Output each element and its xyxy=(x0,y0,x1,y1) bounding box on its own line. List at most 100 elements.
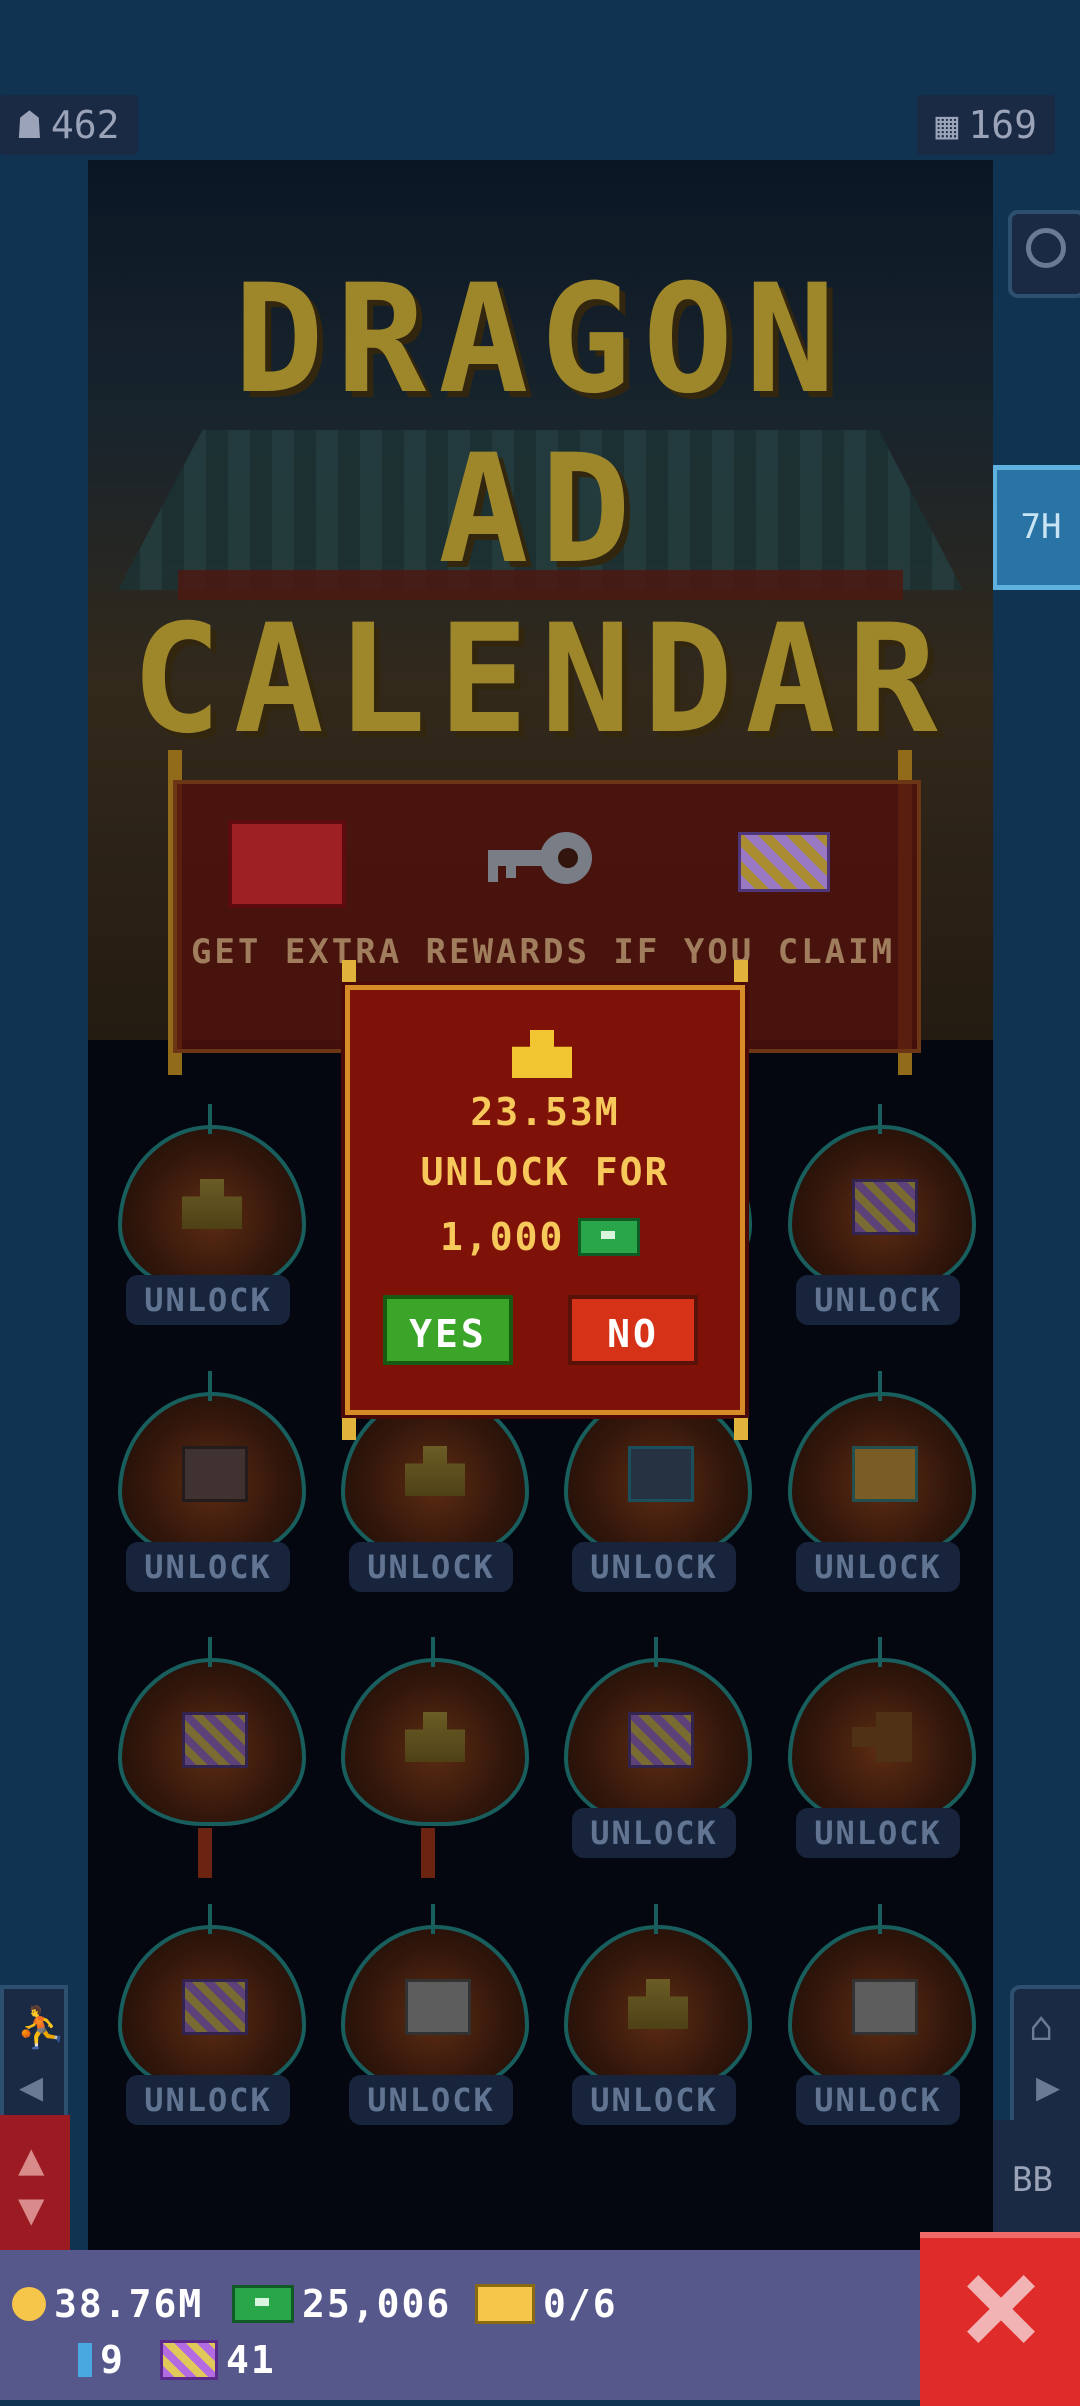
building-icon: ▦ xyxy=(935,103,959,147)
unlock-for-label: UNLOCK FOR xyxy=(420,1150,670,1194)
right-nav-button[interactable]: ⌂ ▶ xyxy=(1010,1985,1080,2133)
key-icon xyxy=(488,820,598,900)
title-line-3: CALENDAR xyxy=(131,593,950,767)
chevron-left-icon: ◀ xyxy=(19,2064,44,2110)
unlock-dialog: 23.53M UNLOCK FOR 1,000 YES NO xyxy=(342,960,748,1440)
reward-amount: 23.53M xyxy=(470,1090,620,1134)
elevators-stat: 9 xyxy=(78,2338,125,2382)
lantern xyxy=(788,1104,976,1293)
lantern xyxy=(564,1904,752,2093)
lantern-cell[interactable]: UNLOCK xyxy=(554,1637,754,1918)
lantern-cell[interactable]: UNLOCK xyxy=(778,1104,978,1385)
lantern xyxy=(564,1637,752,1826)
cost-value: 1,000 xyxy=(440,1215,565,1259)
unlock-button[interactable]: UNLOCK xyxy=(796,1808,960,1858)
dialog-post xyxy=(734,960,748,982)
lantern xyxy=(788,1371,976,1560)
lantern-tassel xyxy=(198,1828,212,1878)
dice-icon xyxy=(405,1979,471,2035)
tickets-value: 0/6 xyxy=(543,2282,618,2326)
lantern-cell[interactable]: UNLOCK xyxy=(778,1904,978,2185)
lantern xyxy=(118,1904,306,2093)
lantern xyxy=(118,1104,306,1293)
gold-icon xyxy=(512,1030,572,1078)
unlock-cost: 1,000 xyxy=(440,1215,641,1259)
lantern-cell[interactable]: UNLOCK xyxy=(331,1371,531,1652)
left-nav-button[interactable]: ⛹ ◀ xyxy=(0,1985,68,2133)
bux-icon xyxy=(578,1218,641,1256)
unlock-button[interactable]: UNLOCK xyxy=(349,1542,513,1592)
gold-icon xyxy=(182,1179,242,1229)
elevator-icon xyxy=(628,1446,694,1502)
unlock-button[interactable]: UNLOCK xyxy=(126,1275,290,1325)
lantern-cell[interactable]: UNLOCK xyxy=(778,1637,978,1918)
lantern-tassel xyxy=(421,1828,435,1878)
event-timer[interactable]: 7H xyxy=(992,465,1080,590)
coins-value: 38.76M xyxy=(54,2282,204,2326)
unlock-button[interactable]: UNLOCK xyxy=(126,1542,290,1592)
lantern xyxy=(788,1904,976,2093)
lantern xyxy=(341,1371,529,1560)
search-button[interactable] xyxy=(1008,210,1080,298)
person-icon: ⛹ xyxy=(16,2005,66,2051)
ticket-icon xyxy=(628,1712,694,1768)
gem-tickets-stat: 41 xyxy=(160,2338,276,2382)
no-button[interactable]: NO xyxy=(568,1295,698,1365)
magnifier-icon xyxy=(1026,228,1066,268)
unlock-button[interactable]: UNLOCK xyxy=(796,1542,960,1592)
lantern-cell[interactable]: UNLOCK xyxy=(108,1371,308,1652)
gold-icon xyxy=(405,1446,465,1496)
floor-counter: ▦ 169 xyxy=(917,95,1055,155)
unlock-button[interactable]: UNLOCK xyxy=(796,1275,960,1325)
unlock-button[interactable]: UNLOCK xyxy=(796,2075,960,2125)
close-icon xyxy=(965,2273,1035,2343)
lantern-cell[interactable]: UNLOCK xyxy=(554,1371,754,1652)
lantern xyxy=(118,1371,306,1560)
ticket-icon xyxy=(738,832,830,892)
lantern xyxy=(341,1904,529,2093)
yes-button[interactable]: YES xyxy=(383,1295,513,1365)
vip-ticket-icon xyxy=(160,2340,218,2380)
unlock-button[interactable]: UNLOCK xyxy=(126,2075,290,2125)
tickets-stat: 0/6 xyxy=(475,2282,618,2326)
ticket-icon xyxy=(182,1712,248,1768)
lantern xyxy=(788,1637,976,1826)
bux-value: 25,006 xyxy=(302,2282,452,2326)
elevator-button[interactable]: ▲ ▼ xyxy=(0,2115,70,2260)
golden-ticket-icon xyxy=(475,2284,535,2324)
lantern-cell[interactable]: UNLOCK xyxy=(108,1904,308,2185)
gem-tickets-value: 41 xyxy=(226,2338,276,2382)
event-title: DRAGON AD CALENDAR xyxy=(88,255,993,765)
floor-label-button[interactable]: BB xyxy=(985,2120,1080,2240)
key-icon xyxy=(852,1712,912,1762)
dice-gold-icon xyxy=(852,1446,918,1502)
lantern-cell[interactable]: UNLOCK xyxy=(108,1104,308,1385)
title-line-2: AD xyxy=(438,423,643,597)
lantern xyxy=(341,1637,529,1826)
title-line-1: DRAGON xyxy=(233,253,848,427)
unlock-button[interactable]: UNLOCK xyxy=(572,1808,736,1858)
gold-icon xyxy=(628,1979,688,2029)
dialog-post xyxy=(734,1418,748,1440)
coins-stat: 38.76M xyxy=(12,2282,203,2326)
lantern-cell[interactable]: UNLOCK xyxy=(778,1371,978,1652)
chest-icon xyxy=(228,820,346,908)
population-value: 462 xyxy=(50,103,120,147)
gold-icon xyxy=(405,1712,465,1762)
unlock-button[interactable]: UNLOCK xyxy=(349,2075,513,2125)
up-down-arrows-icon: ▲ ▼ xyxy=(18,2134,45,2235)
lantern-cell[interactable] xyxy=(331,1637,531,1918)
lantern xyxy=(118,1637,306,1826)
multiplier-icon xyxy=(182,1446,248,1502)
unlock-button[interactable]: UNLOCK xyxy=(572,2075,736,2125)
person-icon: ☗ xyxy=(18,103,41,147)
lantern-cell[interactable] xyxy=(108,1637,308,1918)
dialog-post xyxy=(342,1418,356,1440)
unlock-button[interactable]: UNLOCK xyxy=(572,1542,736,1592)
ticket-icon xyxy=(852,1179,918,1235)
lantern-cell[interactable]: UNLOCK xyxy=(331,1904,531,2185)
lantern-cell[interactable]: UNLOCK xyxy=(554,1904,754,2185)
bux-stat: 25,006 xyxy=(232,2282,451,2326)
close-button[interactable] xyxy=(920,2232,1080,2406)
ticket-icon xyxy=(182,1979,248,2035)
